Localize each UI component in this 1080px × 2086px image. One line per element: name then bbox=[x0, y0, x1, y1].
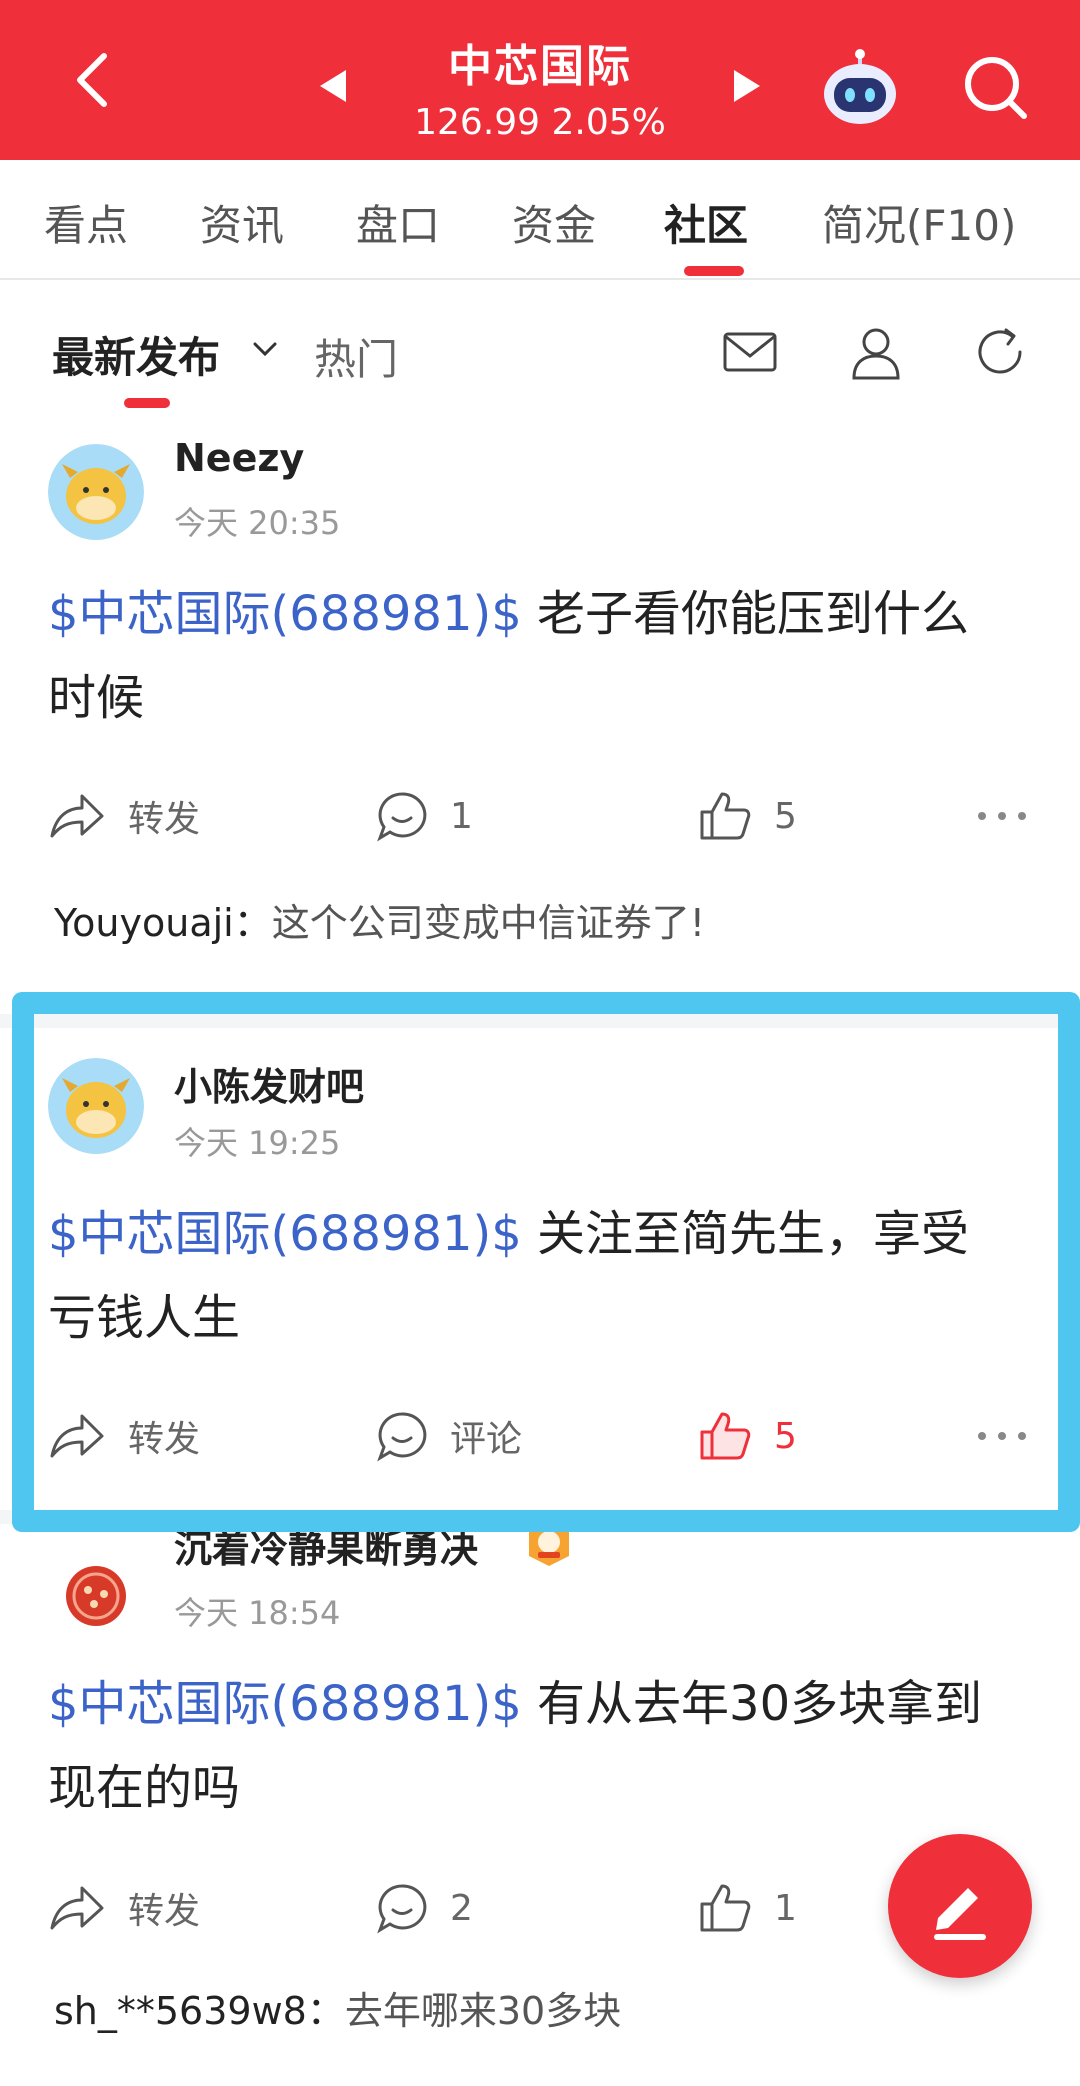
post-divider bbox=[0, 1014, 1080, 1028]
forward-label: 转发 bbox=[128, 1419, 201, 1460]
active-tab-indicator bbox=[684, 266, 744, 276]
feed-filter-bar: 最新发布 热门 bbox=[0, 282, 1080, 422]
avatar[interactable] bbox=[48, 444, 144, 540]
comment-preview[interactable]: sh_**5639w8：去年哪来30多块 bbox=[54, 1980, 621, 2035]
post-time: 今天 19:25 bbox=[174, 1124, 341, 1162]
robot-assistant-icon[interactable] bbox=[820, 48, 900, 128]
post-time: 今天 18:54 bbox=[174, 1594, 341, 1632]
comment-bubble-icon bbox=[377, 1884, 427, 1934]
next-stock-triangle-icon[interactable] bbox=[732, 68, 762, 104]
cow-avatar-icon bbox=[48, 444, 144, 540]
refresh-icon[interactable] bbox=[970, 322, 1030, 382]
comment-label: 评论 bbox=[450, 1419, 523, 1460]
like-count: 5 bbox=[774, 1415, 797, 1457]
like-count: 5 bbox=[774, 795, 797, 837]
compose-post-button[interactable] bbox=[888, 1834, 1032, 1978]
forward-label: 转发 bbox=[128, 799, 201, 840]
thumbs-up-icon bbox=[700, 1412, 751, 1460]
forward-button[interactable]: 转发 bbox=[48, 786, 200, 846]
stock-title: 中芯国际 bbox=[448, 41, 632, 92]
avatar[interactable] bbox=[48, 1058, 144, 1154]
stock-tag-link[interactable]: $中芯国际(688981)$ bbox=[48, 1206, 522, 1262]
avatar[interactable] bbox=[48, 1546, 144, 1642]
filter-active-indicator bbox=[124, 398, 170, 408]
post-card[interactable]: Neezy 今天 20:35 $中芯国际(688981)$ 老子看你能压到什么时… bbox=[0, 422, 1080, 990]
comment-author: sh_**5639w8： bbox=[54, 1989, 345, 2033]
tab-order-book[interactable]: 盘口 bbox=[356, 192, 440, 253]
comment-button[interactable]: 1 bbox=[376, 786, 473, 846]
search-icon[interactable] bbox=[960, 52, 1030, 122]
post-time: 今天 20:35 bbox=[174, 504, 341, 542]
comment-author: Youyouaji： bbox=[54, 901, 272, 945]
post-content[interactable]: $中芯国际(688981)$ 老子看你能压到什么时候 bbox=[48, 572, 1008, 740]
tab-news[interactable]: 资讯 bbox=[200, 192, 284, 253]
post-card[interactable]: 小陈发财吧 今天 19:25 $中芯国际(688981)$ 关注至简先生，享受亏… bbox=[0, 1028, 1080, 1510]
comment-text: 去年哪来30多块 bbox=[344, 1989, 622, 2033]
stock-tag-link[interactable]: $中芯国际(688981)$ bbox=[48, 586, 522, 642]
sort-latest-dropdown[interactable]: 最新发布 bbox=[52, 324, 220, 385]
comment-bubble-icon bbox=[377, 792, 427, 842]
post-card[interactable]: 沉着冷静果断勇决 今天 18:54 $中芯国际(688981)$ 有从去年30多… bbox=[0, 1522, 1080, 2086]
user-badge-icon bbox=[529, 1522, 569, 1566]
tab-funds[interactable]: 资金 bbox=[512, 192, 596, 253]
stock-quote: 126.99 2.05% bbox=[414, 102, 666, 143]
comment-count: 2 bbox=[450, 1887, 473, 1929]
comment-bubble-icon bbox=[377, 1412, 427, 1462]
post-content[interactable]: $中芯国际(688981)$ 关注至简先生，享受亏钱人生 bbox=[48, 1192, 1008, 1360]
more-options-icon[interactable] bbox=[972, 1426, 1032, 1446]
comment-button[interactable]: 评论 bbox=[376, 1406, 522, 1466]
post-author[interactable]: 沉着冷静果断勇决 bbox=[174, 1518, 478, 1573]
comment-button[interactable]: 2 bbox=[376, 1878, 473, 1938]
comment-count: 1 bbox=[450, 795, 473, 837]
filter-hot[interactable]: 热门 bbox=[314, 326, 398, 387]
stock-header: 中芯国际 126.99 2.05% bbox=[0, 0, 1080, 160]
like-count: 1 bbox=[774, 1887, 797, 1929]
section-tabs: 看点 资讯 盘口 资金 社区 简况(F10) bbox=[0, 160, 1080, 280]
post-author[interactable]: 小陈发财吧 bbox=[174, 1056, 364, 1111]
post-author[interactable]: Neezy bbox=[174, 436, 304, 480]
comment-preview[interactable]: Youyouaji：这个公司变成中信证券了! bbox=[54, 892, 705, 947]
thumbs-up-icon bbox=[700, 1884, 751, 1932]
tab-f10-profile[interactable]: 简况(F10) bbox=[822, 192, 1016, 253]
tab-community[interactable]: 社区 bbox=[664, 192, 748, 253]
share-arrow-icon bbox=[50, 1886, 104, 1930]
back-chevron-icon[interactable] bbox=[62, 48, 126, 112]
share-arrow-icon bbox=[50, 1414, 104, 1458]
like-button[interactable]: 5 bbox=[698, 1406, 797, 1466]
tomato-avatar-icon bbox=[48, 1546, 144, 1642]
like-button[interactable]: 1 bbox=[698, 1878, 797, 1938]
stock-tag-link[interactable]: $中芯国际(688981)$ bbox=[48, 1676, 522, 1732]
share-arrow-icon bbox=[50, 794, 104, 838]
cow-avatar-icon bbox=[48, 1058, 144, 1154]
user-icon[interactable] bbox=[846, 322, 906, 382]
edit-pencil-icon bbox=[934, 1888, 986, 1940]
like-button[interactable]: 5 bbox=[698, 786, 797, 846]
mail-icon[interactable] bbox=[720, 322, 780, 382]
chevron-down-icon[interactable] bbox=[250, 338, 280, 362]
thumbs-up-icon bbox=[700, 792, 751, 840]
comment-text: 这个公司变成中信证券了! bbox=[271, 901, 705, 945]
tab-highlights[interactable]: 看点 bbox=[44, 192, 128, 253]
post-content[interactable]: $中芯国际(688981)$ 有从去年30多块拿到现在的吗 bbox=[48, 1662, 1008, 1830]
forward-label: 转发 bbox=[128, 1891, 201, 1932]
more-options-icon[interactable] bbox=[972, 806, 1032, 826]
forward-button[interactable]: 转发 bbox=[48, 1878, 200, 1938]
forward-button[interactable]: 转发 bbox=[48, 1406, 200, 1466]
